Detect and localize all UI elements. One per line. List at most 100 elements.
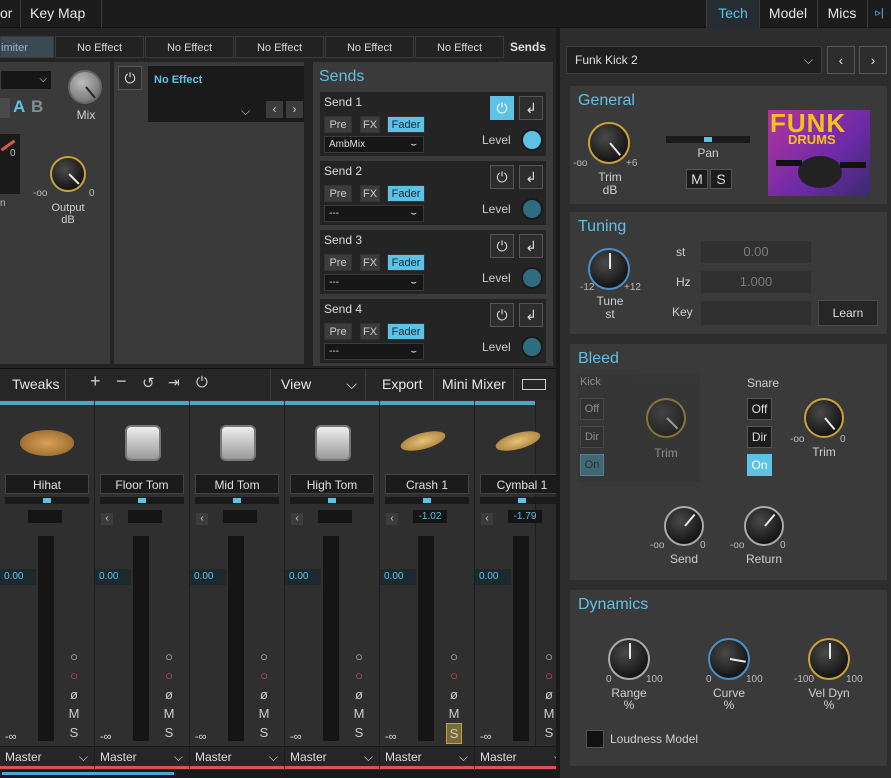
channel-record-icon[interactable]: ○ — [256, 666, 272, 685]
channel-phase-button[interactable]: ø — [351, 685, 367, 704]
channel-phase-button[interactable]: ø — [541, 685, 557, 704]
channel-name[interactable]: Crash 1 — [385, 474, 469, 494]
window-icon[interactable] — [522, 379, 546, 390]
tab-model[interactable]: Model — [760, 0, 816, 28]
fx-slot-4[interactable]: No Effect — [325, 36, 414, 58]
send-route-icon[interactable]: ↲ — [519, 96, 543, 120]
channel-ring-icon[interactable]: ○ — [446, 647, 462, 666]
channel-phase-button[interactable]: ø — [161, 685, 177, 704]
channel-output-dropdown[interactable]: Master⌵ — [190, 746, 284, 766]
send-level-knob[interactable] — [521, 129, 543, 151]
fx-slot-2[interactable]: No Effect — [145, 36, 234, 58]
channel-ring-icon[interactable]: ○ — [256, 647, 272, 666]
ab-a-button[interactable]: A — [13, 97, 25, 117]
next-instrument-icon[interactable]: › — [859, 46, 887, 74]
channel-record-icon[interactable]: ○ — [351, 666, 367, 685]
channel-fader[interactable] — [228, 536, 244, 741]
channel-mute-button[interactable]: M — [66, 704, 82, 723]
prev-effect-icon[interactable]: ‹ — [266, 101, 283, 118]
snare-on-button[interactable]: On — [747, 454, 772, 476]
undo-icon[interactable]: ↺ — [142, 374, 155, 392]
hz-field[interactable]: 1.000 — [700, 270, 812, 294]
return-knob[interactable] — [744, 506, 784, 546]
remove-channel-icon[interactable]: − — [116, 371, 127, 392]
channel-fader-value[interactable]: 0.00 — [95, 569, 131, 585]
channel-pan-slider[interactable] — [385, 497, 469, 504]
snare-trim-knob[interactable] — [804, 398, 844, 438]
snare-dir-button[interactable]: Dir — [747, 426, 772, 448]
menu-key-map[interactable]: Key Map — [30, 0, 100, 28]
channel-name[interactable]: High Tom — [290, 474, 374, 494]
channel-mute-button[interactable]: M — [446, 704, 462, 723]
channel-collapse-icon[interactable]: ‹ — [291, 513, 303, 525]
send-route-icon[interactable]: ↲ — [519, 303, 543, 327]
channel-phase-button[interactable]: ø — [256, 685, 272, 704]
learn-button[interactable]: Learn — [818, 300, 878, 326]
kick-dir-button[interactable]: Dir — [580, 426, 604, 448]
send-fader-button[interactable]: Fader — [387, 254, 425, 271]
channel-solo-button[interactable]: S — [256, 723, 272, 742]
channel-pan-slider[interactable] — [195, 497, 279, 504]
send-level-knob[interactable] — [521, 198, 543, 220]
vel-dyn-knob[interactable] — [808, 638, 850, 680]
channel-solo-button[interactable]: S — [446, 723, 462, 744]
channel-ring-icon[interactable]: ○ — [66, 647, 82, 666]
channel-collapse-icon[interactable]: ‹ — [196, 513, 208, 525]
channel-fader[interactable] — [133, 536, 149, 741]
channel-output-dropdown[interactable]: Master⌵ — [0, 746, 94, 766]
send-pre-button[interactable]: Pre — [324, 116, 352, 133]
channel-output-dropdown[interactable]: Master⌵ — [285, 746, 379, 766]
send-route-icon[interactable]: ↲ — [519, 165, 543, 189]
channel-collapse-icon[interactable]: ‹ — [481, 513, 493, 525]
send-power-icon[interactable]: ⏻ — [490, 165, 514, 189]
channel-pan-slider[interactable] — [290, 497, 374, 504]
channel-solo-button[interactable]: S — [541, 723, 557, 742]
st-field[interactable]: 0.00 — [700, 240, 812, 264]
trim-knob[interactable] — [588, 122, 630, 164]
send-power-icon[interactable]: ⏻ — [490, 96, 514, 120]
send-pre-button[interactable]: Pre — [324, 323, 352, 340]
kick-trim-knob[interactable] — [646, 398, 686, 438]
send-level-knob[interactable] — [521, 267, 543, 289]
channel-gain[interactable]: -1.79 — [508, 510, 542, 523]
effect-power-icon[interactable]: ⏻ — [118, 66, 142, 90]
channel-pan-slider[interactable] — [5, 497, 89, 504]
fx-slot-3[interactable]: No Effect — [235, 36, 324, 58]
mixer-scrollbar[interactable] — [0, 770, 556, 778]
channel-record-icon[interactable]: ○ — [66, 666, 82, 685]
jump-icon[interactable]: ⇥ — [168, 374, 180, 391]
channel-fader[interactable] — [323, 536, 339, 741]
channel-ring-icon[interactable]: ○ — [351, 647, 367, 666]
channel-gain[interactable] — [318, 510, 352, 523]
channel-fader-value[interactable]: 0.00 — [0, 569, 36, 585]
send-destination-dropdown[interactable]: --- ⌣ — [324, 205, 424, 222]
channel-fader-value[interactable]: 0.00 — [475, 569, 511, 585]
mix-knob[interactable] — [68, 70, 102, 104]
send-route-icon[interactable]: ↲ — [519, 234, 543, 258]
send-fader-button[interactable]: Fader — [387, 323, 425, 340]
channel-phase-button[interactable]: ø — [446, 685, 462, 704]
effect-selector[interactable]: No Effect ⌵ ‹ › — [148, 66, 304, 122]
power-icon[interactable]: ⏻ — [196, 374, 208, 391]
channel-collapse-icon[interactable]: ‹ — [386, 513, 398, 525]
channel-ring-icon[interactable]: ○ — [541, 647, 557, 666]
pan-slider[interactable] — [666, 136, 750, 143]
channel-pan-slider[interactable] — [480, 497, 564, 504]
channel-mute-button[interactable]: M — [351, 704, 367, 723]
send-fx-button[interactable]: FX — [360, 185, 380, 202]
send-pre-button[interactable]: Pre — [324, 254, 352, 271]
view-dropdown[interactable]: View ⌵ — [270, 369, 366, 400]
range-knob[interactable] — [608, 638, 650, 680]
channel-record-icon[interactable]: ○ — [161, 666, 177, 685]
channel-fader-value[interactable]: 0.00 — [380, 569, 416, 585]
mini-mixer-button[interactable]: Mini Mixer — [434, 369, 514, 400]
channel-pan-slider[interactable] — [100, 497, 184, 504]
solo-button[interactable]: S — [710, 169, 732, 189]
channel-record-icon[interactable]: ○ — [446, 666, 462, 685]
channel-output-dropdown[interactable]: Master⌵ — [95, 746, 189, 766]
prev-instrument-icon[interactable]: ‹ — [827, 46, 855, 74]
send-pre-button[interactable]: Pre — [324, 185, 352, 202]
snare-off-button[interactable]: Off — [747, 398, 772, 420]
channel-output-dropdown[interactable]: Master⌵ — [380, 746, 474, 766]
mute-button[interactable]: M — [686, 169, 708, 189]
